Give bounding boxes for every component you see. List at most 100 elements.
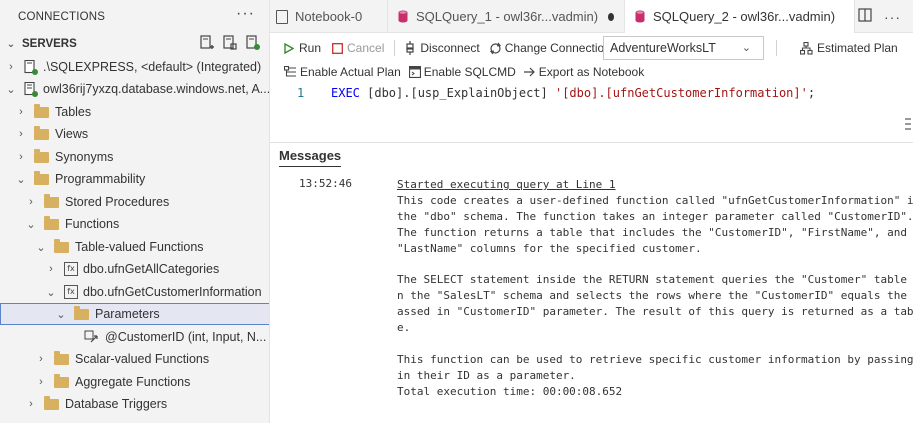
database-select[interactable]: AdventureWorksLT ⌄: [603, 36, 764, 60]
chevron-right-icon[interactable]: ›: [34, 376, 48, 388]
query-editor[interactable]: 1 EXEC [dbo].[usp_ExplainObject] '[dbo].…: [270, 82, 913, 142]
message-timestamp: 13:52:46: [299, 177, 352, 190]
new-server-group-icon[interactable]: [223, 35, 237, 51]
folder-icon: [54, 373, 69, 388]
unsaved-dot-icon[interactable]: [608, 12, 614, 21]
active-connections-icon[interactable]: [246, 35, 260, 51]
chevron-down-icon[interactable]: ⌄: [34, 241, 48, 254]
estimated-plan-icon: [800, 41, 813, 55]
cancel-label: Cancel: [347, 41, 385, 55]
tree-item-database-triggers[interactable]: › Database Triggers: [0, 393, 269, 415]
tab-actions: ···: [858, 0, 913, 33]
notebook-icon: [276, 9, 288, 24]
chevron-right-icon[interactable]: ›: [14, 128, 28, 140]
server-icon: [24, 81, 38, 97]
folder-icon: [34, 148, 49, 163]
tree-item-functions[interactable]: ⌄ Functions: [0, 213, 269, 235]
servers-section-header[interactable]: ⌄ SERVERS: [0, 33, 269, 55]
code-string: '[dbo].[ufnGetCustomerInformation]': [554, 86, 808, 100]
stop-icon: [332, 42, 343, 54]
chevron-down-icon[interactable]: ⌄: [14, 173, 28, 186]
tree-item-customerid-param[interactable]: @CustomerID (int, Input, N...: [0, 326, 269, 348]
tree-item-synonyms[interactable]: › Synonyms: [0, 146, 269, 168]
message-start-link[interactable]: Started executing query at Line 1: [397, 178, 616, 191]
tab-label: SQLQuery_1 - owl36r...vadmin): [416, 9, 599, 24]
tree-item-parameters[interactable]: ⌄ Parameters: [0, 303, 269, 325]
tree-item-ufngetcustomerinformation[interactable]: ⌄ fx dbo.ufnGetCustomerInformation: [0, 281, 269, 303]
tree-item-table-valued-functions[interactable]: ⌄ Table-valued Functions: [0, 236, 269, 258]
folder-icon: [54, 238, 69, 253]
chevron-down-icon[interactable]: ⌄: [2, 39, 20, 50]
enable-sqlcmd-button[interactable]: Enable SQLCMD: [408, 65, 516, 79]
new-connection-icon[interactable]: [200, 35, 214, 51]
chevron-right-icon[interactable]: ›: [24, 398, 38, 410]
tree-item-label: Views: [55, 127, 89, 141]
tab-sqlquery-1[interactable]: SQLQuery_1 - owl36r...vadmin): [388, 0, 625, 33]
folder-icon: [74, 305, 89, 320]
table-function-icon: fx: [64, 262, 78, 276]
export-notebook-button[interactable]: Export as Notebook: [523, 65, 645, 79]
disconnect-icon: [406, 41, 414, 55]
results-divider[interactable]: [270, 142, 913, 143]
tree-item-aggregate-functions[interactable]: › Aggregate Functions: [0, 371, 269, 393]
tree-item-views[interactable]: › Views: [0, 123, 269, 145]
more-actions-icon[interactable]: ···: [884, 9, 901, 25]
more-actions-icon[interactable]: ···: [236, 5, 255, 23]
chevron-right-icon[interactable]: ›: [14, 151, 28, 163]
database-query-icon: [635, 10, 645, 23]
disconnect-label: Disconnect: [420, 41, 480, 55]
folder-icon: [44, 193, 59, 208]
disconnect-button[interactable]: Disconnect: [405, 41, 480, 55]
tab-sqlquery-2[interactable]: SQLQuery_2 - owl36r...vadmin): [625, 0, 855, 33]
code-line[interactable]: EXEC [dbo].[usp_ExplainObject] '[dbo].[u…: [331, 86, 815, 100]
editor-scrollbar[interactable]: [905, 118, 911, 133]
toolbar-divider: [776, 40, 777, 56]
tree-item-azure-server[interactable]: ⌄ owl36rij7yxzq.database.windows.net, A.…: [0, 78, 270, 100]
chevron-right-icon[interactable]: ›: [24, 196, 38, 208]
sqlcmd-icon: [408, 66, 421, 78]
folder-icon: [34, 125, 49, 140]
estimated-plan-button[interactable]: Estimated Plan: [800, 41, 898, 55]
tab-messages[interactable]: Messages: [279, 148, 342, 167]
tree-item-stored-procedures[interactable]: › Stored Procedures: [0, 191, 269, 213]
chevron-right-icon[interactable]: ›: [4, 61, 18, 73]
tree-item-label: .\SQLEXPRESS, <default> (Integrated): [43, 60, 262, 74]
servers-actions: [200, 35, 260, 51]
tree-item-label: Programmability: [55, 172, 146, 186]
folder-icon: [44, 395, 59, 410]
servers-label: SERVERS: [22, 38, 77, 50]
change-connection-label: Change Connection: [504, 41, 611, 55]
table-function-icon: fx: [64, 285, 78, 299]
line-number: 1: [297, 86, 305, 100]
change-connection-button[interactable]: Change Connection: [489, 41, 611, 55]
chevron-right-icon[interactable]: ›: [14, 106, 28, 118]
database-select-value: AdventureWorksLT: [610, 41, 716, 55]
folder-icon: [44, 215, 59, 230]
tree-item-programmability[interactable]: ⌄ Programmability: [0, 168, 269, 190]
tree-item-label: owl36rij7yxzq.database.windows.net, A...: [43, 82, 270, 96]
split-editor-icon[interactable]: [858, 7, 872, 26]
export-arrow-icon: [523, 67, 535, 77]
tree-item-ufngetallcategories[interactable]: › fx dbo.ufnGetAllCategories: [0, 258, 269, 280]
chevron-right-icon[interactable]: ›: [44, 263, 58, 275]
tree-item-sqlexpress[interactable]: › .\SQLEXPRESS, <default> (Integrated): [0, 56, 269, 78]
cancel-button[interactable]: Cancel: [332, 41, 384, 55]
chevron-down-icon[interactable]: ⌄: [54, 308, 68, 321]
chevron-down-icon[interactable]: ⌄: [4, 83, 18, 96]
tree-item-label: Scalar-valued Functions: [75, 352, 210, 366]
message-body: Started executing query at Line 1 This c…: [397, 177, 913, 400]
connections-header: CONNECTIONS: [18, 10, 106, 23]
run-button[interactable]: Run: [284, 41, 321, 55]
tree-item-tables[interactable]: › Tables: [0, 101, 269, 123]
chevron-right-icon[interactable]: ›: [34, 353, 48, 365]
tab-notebook-0[interactable]: Notebook-0: [270, 0, 388, 33]
parameter-icon: [84, 330, 100, 344]
chevron-down-icon[interactable]: ⌄: [24, 218, 38, 231]
tree-item-label: Functions: [65, 217, 120, 231]
chevron-down-icon[interactable]: ⌄: [44, 286, 58, 299]
tree-item-scalar-valued-functions[interactable]: › Scalar-valued Functions: [0, 348, 269, 370]
tree-item-label: Stored Procedures: [65, 195, 170, 209]
export-notebook-label: Export as Notebook: [538, 65, 645, 79]
enable-actual-plan-button[interactable]: Enable Actual Plan: [284, 65, 401, 79]
connections-panel: CONNECTIONS ··· ⌄ SERVERS › .\SQLEXPRESS…: [0, 0, 270, 423]
